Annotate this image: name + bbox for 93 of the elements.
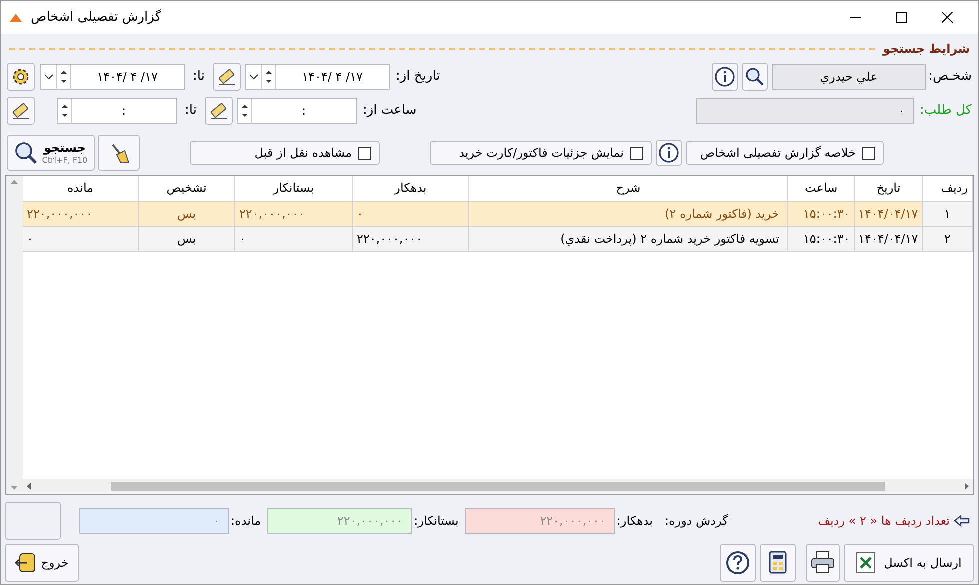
field-label: تا: [184,102,198,120]
arrow-left-icon [954,515,970,527]
table-row[interactable]: ۲ ۱۴۰۴/۰۴/۱۷ ۱۵:۰۰:۳۰ تسویه فاکتور خرید شماره ۲ (پرداخت نقدي) ۲۲۰,۰۰۰,۰۰۰ ۰ بس ۰ [23,226,972,251]
spinner-icon [264,69,274,85]
spinner-icon [240,103,250,119]
maximize-icon [896,12,906,23]
column-header[interactable]: بدهکار [352,176,469,201]
arrow-left-icon [27,483,31,490]
field-label: بستانکار: [414,513,459,530]
spreadsheet-icon [856,552,876,574]
info-button[interactable] [712,63,738,91]
row-count-label: تعداد ردیف ها « ۲ » ردیف [818,513,950,530]
calculator-button[interactable] [760,544,796,582]
section-title: شرايط جستجو [883,41,970,58]
spinner-icon [60,103,70,119]
settings-button[interactable] [7,63,35,91]
exit-button[interactable]: خروج [5,544,79,582]
spinner-icon [58,69,68,85]
button-label: جستجو [44,140,86,156]
arrow-down-icon [11,486,18,490]
table-cell: بس [138,201,235,226]
checkbox-option[interactable]: مشاهده نقل از قبل [190,141,380,165]
caret-icon [248,73,258,81]
printer-icon [811,551,835,575]
checkbox-option[interactable]: خلاصه گزارش تفصیلی اشخاص [686,141,884,165]
calculator-icon [767,551,789,575]
table-cell: تسویه فاکتور خرید شماره ۲ (پرداخت نقدي) [468,226,788,251]
column-header[interactable]: شرح [468,176,788,201]
table-cell: خرید (فاکتور شماره ۲) [468,201,788,226]
blank-panel [5,502,61,540]
info-button[interactable] [656,140,682,166]
table-cell: ۱۴۰۴/۰۴/۱۷ [854,201,923,226]
time-field[interactable]: : [237,98,357,124]
checkbox-option[interactable]: نمایش جزئیات فاکتور/کارت خرید [430,141,652,165]
field-label: شخـص: [928,68,972,86]
table-cell: بس [138,226,235,251]
clear-button[interactable] [98,135,140,171]
print-button[interactable] [806,544,840,582]
table-cell: ۰ [352,201,469,226]
info-icon [659,143,679,163]
shortcut-label: Ctrl+F, F10 [42,156,88,166]
column-header[interactable]: ساعت [788,176,855,201]
total-credit-field[interactable]: ۰ [696,98,914,124]
search-button[interactable] [742,63,768,91]
window-title: گزارش تفصیلی اشخاص [31,8,162,27]
arrow-up-icon [11,180,18,184]
minimize-icon [850,16,860,18]
table-cell: ۱۵:۰۰:۳۰ [788,226,855,251]
table-cell: ۲۲۰,۰۰۰,۰۰۰ [23,201,139,226]
field-label: تاريخ از: [396,68,440,86]
close-icon [942,12,952,23]
table-cell: ۱۵:۰۰:۳۰ [788,201,855,226]
eraser-icon [209,101,229,121]
field-label: ساعت از: [363,102,417,120]
exit-door-icon [15,552,38,574]
search-icon [14,141,38,165]
table-cell: ۲۲۰,۰۰۰,۰۰۰ [234,201,352,226]
table-cell: ۲ [922,226,972,251]
logo-icon [9,12,23,22]
person-field[interactable]: علي حيدري [772,64,926,90]
table-cell: ۱ [922,201,972,226]
table-row[interactable]: ۱ ۱۴۰۴/۰۴/۱۷ ۱۵:۰۰:۳۰ خرید (فاکتور شماره ۲) ۰ ۲۲۰,۰۰۰,۰۰۰ بس ۲۲۰,۰۰۰,۰۰۰ [23,201,972,226]
clear-button[interactable] [205,97,233,125]
field-label: گردش دوره: [664,513,728,530]
column-header[interactable]: ردیف [922,176,972,201]
field-label: مانده: [231,513,262,530]
column-header[interactable]: تشخیص [138,176,235,201]
date-field[interactable]: ۱۴۰۴/ ۴ /۱۷ [40,64,185,90]
gear-icon [11,67,31,87]
field-label: کل طلب: [919,102,972,120]
table-cell: ۱۴۰۴/۰۴/۱۷ [854,226,923,251]
table-cell: ۰ [23,226,139,251]
eraser-icon [217,67,237,87]
clear-button[interactable] [7,97,35,125]
field-label: بدهکار: [616,513,653,530]
column-header[interactable]: مانده [23,176,139,201]
info-icon [715,67,735,87]
table-cell: ۰ [234,226,352,251]
eraser-icon [11,101,31,121]
excel-button[interactable]: ارسال به اکسل [844,544,974,582]
help-button[interactable] [720,544,756,582]
arrow-right-icon [965,483,969,490]
scrollbar-thumb[interactable] [111,482,885,491]
search-icon [745,67,765,87]
column-header[interactable]: تاریخ [854,176,923,201]
table-cell: ۲۲۰,۰۰۰,۰۰۰ [352,226,469,251]
time-field[interactable]: : [57,98,177,124]
clear-button[interactable] [213,63,241,91]
help-icon [726,551,750,575]
field-label: تا: [192,68,206,86]
column-header[interactable]: بستانکار [234,176,352,201]
caret-icon [44,73,54,81]
date-field[interactable]: ۱۴۰۴/ ۴ /۱۷ [245,64,390,90]
